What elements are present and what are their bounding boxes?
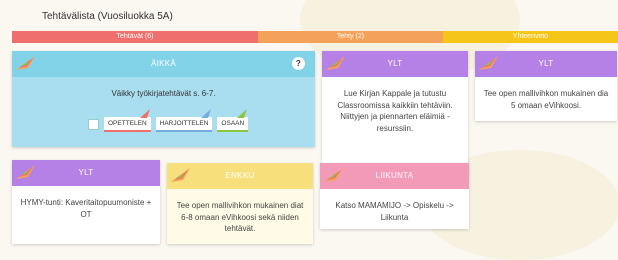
task-card-ylt[interactable]: YLT HYMY-tunti: Kaveritaitopuumoniste + … [12, 160, 160, 244]
flag-icon [326, 56, 345, 70]
task-card-aikka[interactable]: ÄIKKÄ ? Väikky työkirjatehtävät s. 6-7. … [12, 51, 315, 147]
help-icon[interactable]: ? [292, 57, 305, 70]
card-text: Lue Kirjan Kappale ja tutustu Classroomi… [337, 89, 453, 133]
card-body: Väikky työkirjatehtävät s. 6-7. OPETTELE… [12, 77, 315, 147]
tab-tasks[interactable]: Tehtävät (6) [12, 31, 258, 43]
task-card-liikunta[interactable]: LIIKUNTA Katso MAMAMIJO -> Opiskelu -> L… [320, 163, 469, 229]
card-subject: ÄIKKÄ [150, 59, 177, 68]
skill-label: HARJOITTELEN [159, 120, 209, 127]
task-card-ylt[interactable]: YLT Tee open mallivihkon mukainen dia 5 … [475, 51, 617, 121]
skill-selector: OPETTELEN HARJOITTELEN OSAAN [88, 109, 249, 132]
card-header: YLT [12, 160, 160, 186]
card-text: HYMY-tunti: Kaveritaitopuumoniste + OT [20, 198, 152, 219]
flag-icon [16, 165, 35, 179]
card-subject: LIIKUNTA [375, 171, 414, 180]
card-subject: ENKKU [225, 171, 255, 180]
card-subject: YLT [78, 168, 94, 177]
card-text: Väikky työkirjatehtävät s. 6-7. [111, 89, 216, 98]
tab-done[interactable]: Tehty (2) [258, 31, 443, 43]
page-title: Tehtävälista (Vuosiluokka 5A) [42, 11, 173, 22]
triangle-icon [201, 109, 212, 118]
card-header: YLT [475, 51, 617, 77]
flag-icon [479, 56, 498, 70]
skill-label: OPETTELEN [108, 120, 147, 127]
card-text: Tee open mallivihkon mukainen dia 5 omaa… [483, 89, 609, 110]
tab-bar: Tehtävät (6) Tehty (2) Yhteenveto [12, 31, 618, 43]
task-card-enkku[interactable]: ENKKU Tee open mallivihkon mukainen diat… [167, 163, 313, 244]
skill-label: OSAAN [221, 120, 245, 127]
task-card-ylt[interactable]: YLT Lue Kirjan Kappale ja tutustu Classr… [322, 51, 468, 176]
tab-summary[interactable]: Yhteenveto [443, 31, 618, 43]
card-subject: YLT [387, 59, 403, 68]
flag-icon [324, 168, 343, 182]
skill-osaan[interactable]: OSAAN [217, 109, 249, 132]
card-text: Katso MAMAMIJO -> Opiskelu -> Liikunta [335, 201, 454, 222]
card-subject: YLT [538, 59, 554, 68]
skill-checkbox[interactable] [88, 119, 99, 130]
card-header: ÄIKKÄ ? [12, 51, 315, 77]
flag-icon [16, 56, 35, 70]
skill-opettelen[interactable]: OPETTELEN [104, 109, 151, 132]
card-header: LIIKUNTA [320, 163, 469, 189]
card-text: Tee open mallivihkon mukainen diat 6-8 o… [167, 189, 313, 244]
card-header: ENKKU [167, 163, 313, 189]
card-header: YLT [322, 51, 468, 77]
triangle-icon [237, 109, 248, 118]
triangle-icon [139, 109, 150, 118]
flag-icon [171, 168, 190, 182]
skill-harjoittelen[interactable]: HARJOITTELEN [155, 109, 213, 132]
